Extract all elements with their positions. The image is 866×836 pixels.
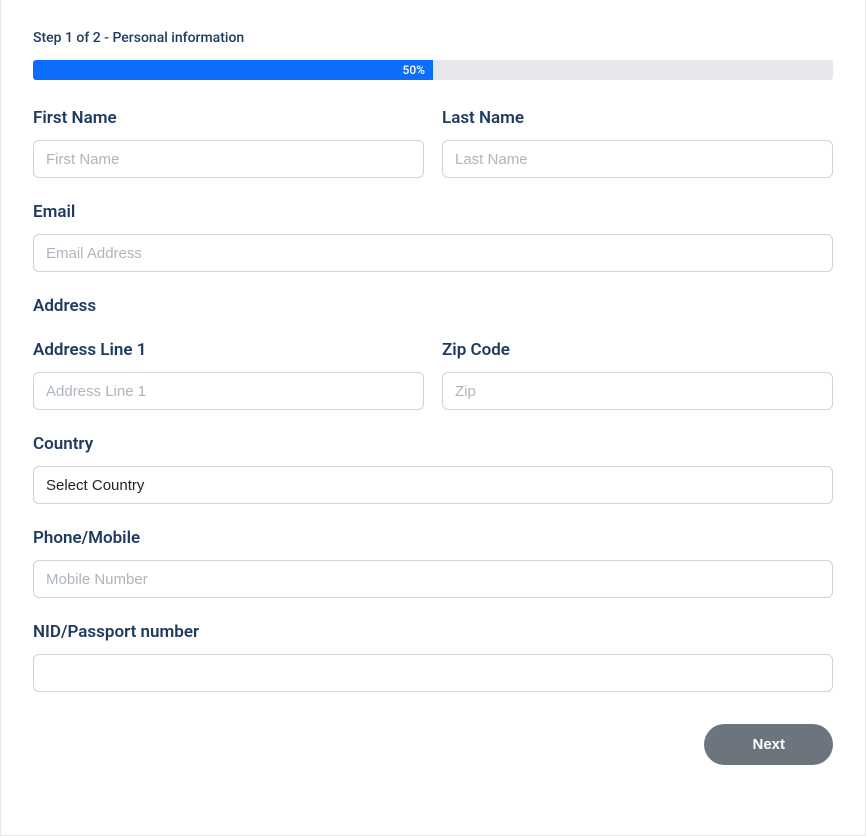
address-line-1-label: Address Line 1	[33, 340, 424, 360]
phone-label: Phone/Mobile	[33, 528, 833, 548]
step-label: Step 1 of 2 - Personal information	[33, 30, 833, 46]
address-line-1-col: Address Line 1	[33, 340, 424, 410]
country-group: Country Select Country	[33, 434, 833, 504]
country-select[interactable]: Select Country	[33, 466, 833, 504]
nid-input[interactable]	[33, 654, 833, 692]
email-input[interactable]	[33, 234, 833, 272]
last-name-label: Last Name	[442, 108, 833, 128]
address-heading: Address	[33, 296, 833, 316]
progress-text: 50%	[403, 63, 425, 77]
phone-input[interactable]	[33, 560, 833, 598]
last-name-col: Last Name	[442, 108, 833, 178]
phone-group: Phone/Mobile	[33, 528, 833, 598]
first-name-col: First Name	[33, 108, 424, 178]
next-button[interactable]: Next	[704, 724, 833, 765]
zip-code-col: Zip Code	[442, 340, 833, 410]
progress-bar: 50%	[33, 60, 833, 80]
first-name-label: First Name	[33, 108, 424, 128]
last-name-input[interactable]	[442, 140, 833, 178]
email-group: Email	[33, 202, 833, 272]
form-container: Step 1 of 2 - Personal information 50% F…	[0, 0, 866, 836]
nid-label: NID/Passport number	[33, 622, 833, 642]
nid-group: NID/Passport number	[33, 622, 833, 692]
address-row: Address Line 1 Zip Code	[33, 340, 833, 410]
zip-code-label: Zip Code	[442, 340, 833, 360]
country-label: Country	[33, 434, 833, 454]
name-row: First Name Last Name	[33, 108, 833, 178]
first-name-input[interactable]	[33, 140, 424, 178]
email-label: Email	[33, 202, 833, 222]
zip-code-input[interactable]	[442, 372, 833, 410]
progress-fill: 50%	[33, 60, 433, 80]
address-line-1-input[interactable]	[33, 372, 424, 410]
